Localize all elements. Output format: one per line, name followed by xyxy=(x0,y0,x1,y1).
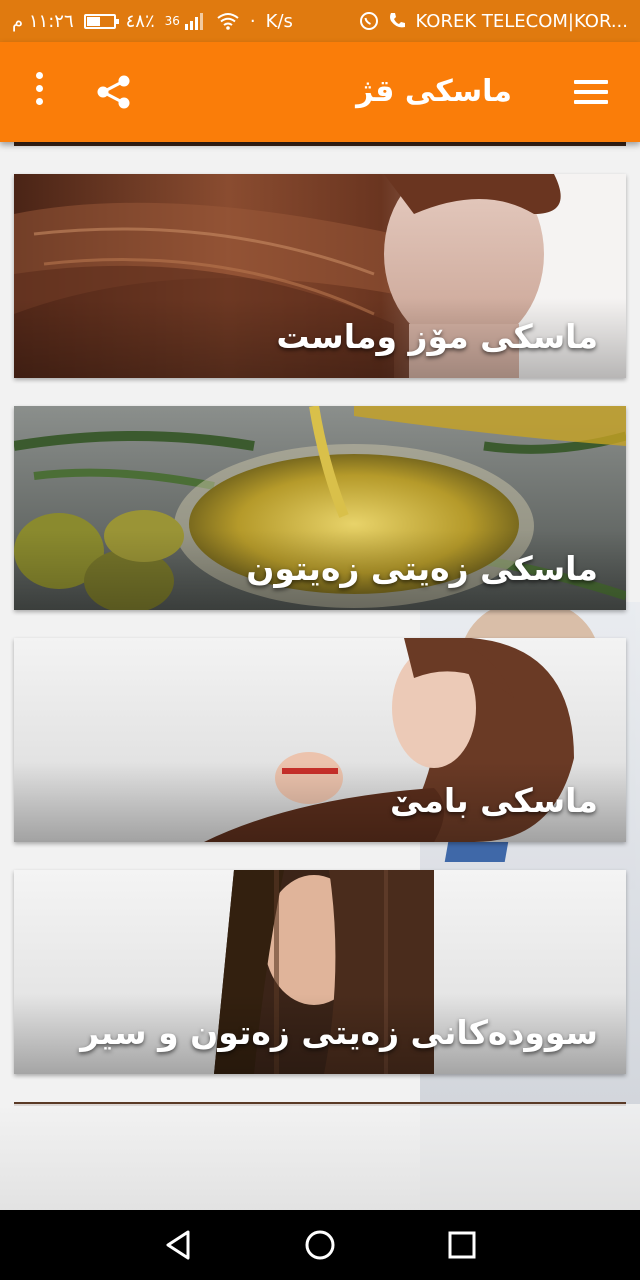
whatsapp-icon xyxy=(360,12,379,30)
network-speed: K/s xyxy=(265,10,293,32)
home-circle-icon[interactable] xyxy=(302,1227,338,1263)
status-right: KOREK TELECOM|KOR... xyxy=(359,0,628,42)
card-olive-oil-mask[interactable]: ماسکی زەیتی زەیتون xyxy=(14,406,626,610)
status-left: ١١:٢٦ م ٤٨٪ 36 · K/s xyxy=(12,0,293,42)
dot-separator: · xyxy=(249,10,256,32)
card-title: سوودەکانی زەیتی زەتون و سیر xyxy=(80,1013,598,1052)
hamburger-icon[interactable] xyxy=(574,80,608,106)
system-nav-bar xyxy=(0,1210,640,1280)
previous-card-edge xyxy=(14,142,626,146)
app-toolbar: ماسکی قژ xyxy=(0,42,640,142)
page-title: ماسکی قژ xyxy=(356,74,512,109)
status-time: ١١:٢٦ م xyxy=(12,10,74,32)
card-okra-mask[interactable]: ماسکی بامێ xyxy=(14,638,626,842)
card-banana-yogurt-mask[interactable]: ماسکی مۆز وماست xyxy=(14,174,626,378)
content-list[interactable]: ماسکی مۆز وماست ماسکی زەیتی زەیتون ماسکی… xyxy=(0,142,640,1210)
bottom-fade xyxy=(0,1104,640,1210)
signal-icon xyxy=(184,13,203,30)
recents-square-icon[interactable] xyxy=(444,1227,480,1263)
call-icon xyxy=(390,13,406,28)
network-type: 36 xyxy=(164,14,180,28)
share-icon[interactable] xyxy=(94,72,134,112)
wifi-icon xyxy=(217,13,239,30)
back-triangle-icon[interactable] xyxy=(160,1227,196,1263)
more-vert-icon[interactable] xyxy=(30,72,48,112)
card-title: ماسکی مۆز وماست xyxy=(276,317,598,356)
card-title: ماسکی بامێ xyxy=(390,781,598,820)
carrier-name: KOREK TELECOM|KOR... xyxy=(415,10,628,32)
card-title: ماسکی زەیتی زەیتون xyxy=(246,549,598,588)
battery-icon xyxy=(83,13,119,29)
status-bar: ١١:٢٦ م ٤٨٪ 36 · K/s KOREK TELECOM|KOR..… xyxy=(0,0,640,42)
card-olive-oil-garlic-benefits[interactable]: سوودەکانی زەیتی زەتون و سیر xyxy=(14,870,626,1074)
battery-percent: ٤٨٪ xyxy=(125,10,155,32)
